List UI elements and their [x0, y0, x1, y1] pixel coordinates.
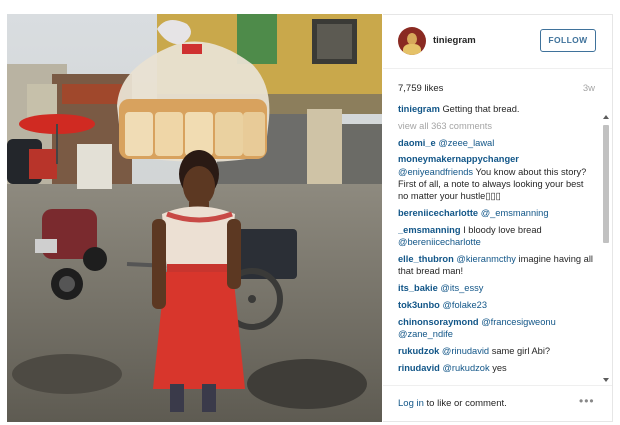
comment-mention[interactable]: @kieranmcthy: [456, 254, 516, 264]
comment-item: moneymakernappychanger @eniyeandfriends …: [398, 153, 593, 202]
avatar-body: [403, 44, 421, 55]
login-link[interactable]: Log in: [398, 398, 424, 409]
comment-username[interactable]: bereniicecharlotte: [398, 208, 478, 218]
comment-mention[interactable]: @rinudavid: [442, 346, 489, 356]
author-username[interactable]: tiniegram: [433, 35, 476, 46]
photo-street-scene: [7, 14, 382, 422]
comment-username[interactable]: rinudavid: [398, 363, 440, 373]
comment-text: I bloody love bread: [463, 224, 542, 235]
comment-username[interactable]: daomi_e: [398, 138, 436, 148]
comment-username[interactable]: its_bakie: [398, 283, 438, 293]
comment-mention[interactable]: @_emsmanning: [481, 208, 549, 218]
follow-button[interactable]: FOLLOW: [540, 29, 596, 52]
comment-username[interactable]: chinonsoraymond: [398, 317, 479, 327]
comment-username[interactable]: moneymakernappychanger: [398, 154, 519, 164]
post-footer: Log in to like or comment. •••: [383, 385, 612, 422]
login-prompt: Log in to like or comment.: [398, 398, 507, 409]
comment-mention[interactable]: @zeee_lawal: [438, 138, 494, 148]
comment-username[interactable]: _emsmanning: [398, 225, 461, 235]
post-header: tiniegram FOLLOW: [383, 15, 612, 69]
caption: tiniegram Getting that bread.: [398, 103, 593, 115]
comments-list: tiniegram Getting that bread. view all 3…: [398, 103, 593, 383]
comment-item: its_bakie @its_essy: [398, 282, 593, 294]
comment-username[interactable]: rukudzok: [398, 346, 439, 356]
comment-username[interactable]: tok3unbo: [398, 300, 440, 310]
post-age: 3w: [582, 83, 595, 94]
comment-item: tok3unbo @folake23: [398, 299, 593, 311]
comment-mention[interactable]: @its_essy: [440, 283, 483, 293]
comment-item: rinudavid @rukudzok yes: [398, 362, 593, 374]
comment-item: bereniicecharlotte @_emsmanning: [398, 207, 593, 219]
comment-mention[interactable]: @folake23: [442, 300, 487, 310]
scroll-down-icon[interactable]: [603, 378, 609, 382]
comment-item: rukudzok @rinudavid same girl Abi?: [398, 345, 593, 357]
post-photo: [7, 14, 382, 422]
comment-item: _emsmanning I bloody love bread @berenii…: [398, 224, 593, 249]
comment-item: daomi_e @zeee_lawal: [398, 137, 593, 149]
scroll-up-icon[interactable]: [603, 115, 609, 119]
comment-username[interactable]: elle_thubron: [398, 254, 454, 264]
comment-mention[interactable]: @rukudzok: [442, 363, 489, 373]
likes-count[interactable]: 7,759 likes: [398, 83, 443, 94]
comment-item: elle_thubron @kieranmcthy imagine having…: [398, 253, 593, 278]
comment-text: same girl Abi?: [491, 345, 551, 356]
post-sidebar: tiniegram FOLLOW 7,759 likes 3w tiniegra…: [383, 14, 613, 422]
more-options-icon[interactable]: •••: [579, 394, 595, 408]
scrollbar-thumb[interactable]: [603, 125, 609, 243]
avatar[interactable]: [398, 27, 426, 55]
login-prompt-text: to like or comment.: [423, 398, 507, 409]
view-all-comments-link[interactable]: view all 363 comments: [398, 120, 593, 132]
comments-scrollbar[interactable]: [602, 113, 610, 383]
caption-username[interactable]: tiniegram: [398, 104, 440, 114]
comment-mention[interactable]: @bereniicecharlotte: [398, 237, 481, 247]
comment-mention[interactable]: @eniyeandfriends: [398, 167, 473, 177]
comment-text: yes: [492, 362, 507, 373]
caption-text: Getting that bread.: [442, 104, 520, 114]
comment-item: chinonsoraymond @francesigweonu @zane_nd…: [398, 316, 593, 341]
